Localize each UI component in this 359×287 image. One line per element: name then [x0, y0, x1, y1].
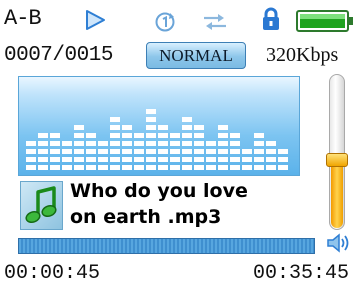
spectrum-bars: [26, 109, 288, 170]
eq-mode-button[interactable]: NORMAL: [146, 42, 246, 69]
spectrum-bar: [50, 133, 60, 170]
spectrum-bar: [170, 133, 180, 170]
spectrum-bar: [230, 133, 240, 170]
spectrum-bar: [158, 125, 168, 170]
spectrum-bar: [146, 109, 156, 170]
lock-icon: [263, 7, 279, 30]
total-time: 00:35:45: [253, 262, 350, 285]
battery-icon: [296, 10, 353, 32]
spectrum-bar: [206, 141, 216, 170]
eq-mode-label: NORMAL: [159, 45, 233, 65]
spectrum-bar: [38, 133, 48, 170]
spectrum-bar: [74, 125, 84, 170]
spectrum-bar: [254, 133, 264, 170]
shuffle-icon[interactable]: [202, 12, 228, 32]
spectrum-bar: [134, 133, 144, 170]
spectrum-bar: [98, 141, 108, 170]
track-counter: 0007/0015: [4, 44, 113, 67]
spectrum-bar: [122, 125, 132, 170]
bitrate: 320Kbps: [266, 44, 339, 66]
repeat-one-icon[interactable]: [153, 10, 177, 34]
music-note-icon: [25, 186, 57, 224]
spectrum-bar: [242, 149, 252, 170]
song-title-line-2: on earth .mp3: [70, 206, 222, 228]
play-icon[interactable]: [84, 9, 106, 31]
song-title-line-1: Who do you love: [70, 180, 248, 202]
volume-fill: [331, 161, 343, 228]
progress-bar[interactable]: [18, 238, 315, 254]
spectrum-bar: [278, 149, 288, 170]
elapsed-time: 00:00:45: [4, 262, 101, 285]
spectrum-bar: [194, 125, 204, 170]
spectrum-bar: [266, 141, 276, 170]
ab-repeat-label[interactable]: A-B: [4, 6, 42, 31]
speaker-icon[interactable]: [325, 232, 351, 254]
volume-knob[interactable]: [326, 153, 348, 168]
spectrum-bar: [110, 117, 120, 170]
spectrum-bar: [26, 141, 36, 170]
spectrum-bar: [62, 141, 72, 170]
spectrum-bar: [218, 125, 228, 170]
album-art: [20, 181, 63, 230]
spectrum-bar: [182, 117, 192, 170]
spectrum-bar: [86, 133, 96, 170]
